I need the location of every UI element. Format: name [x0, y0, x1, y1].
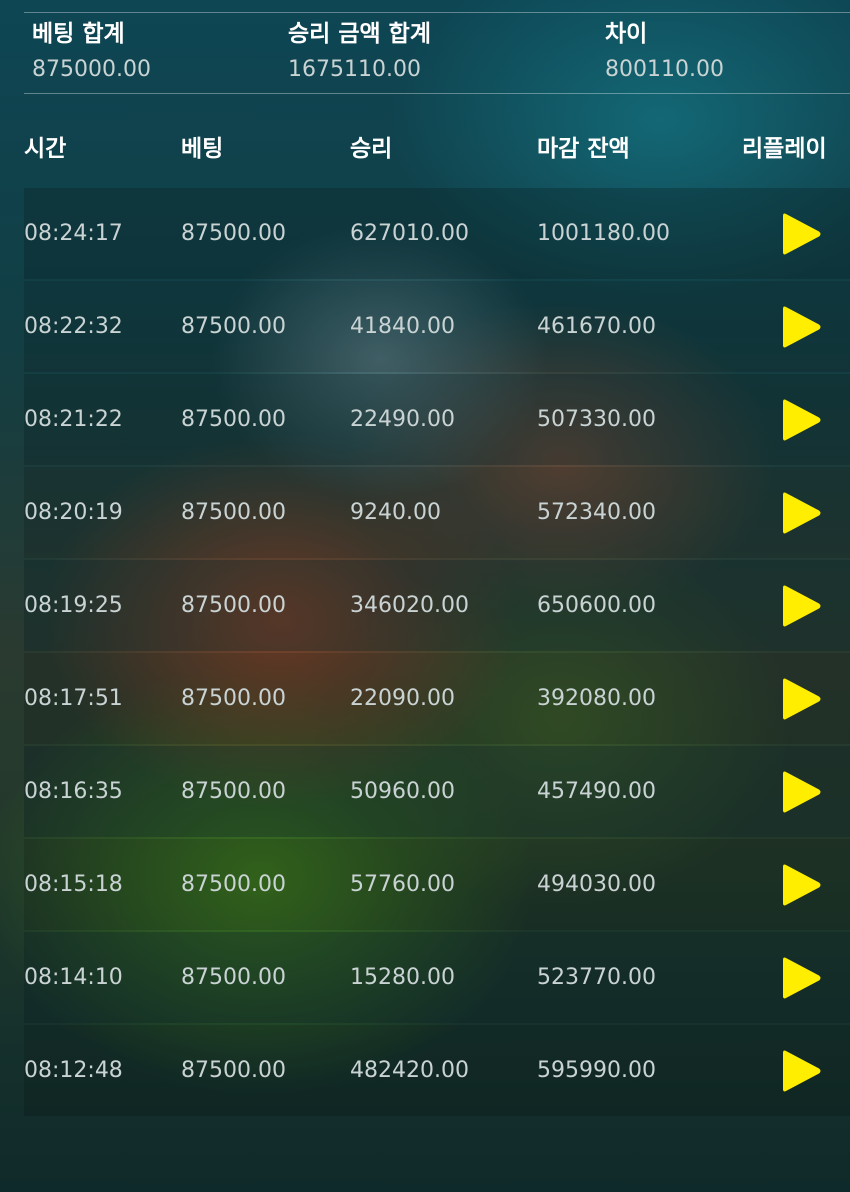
row-bet: 87500.00 [181, 593, 286, 618]
row-bet: 87500.00 [181, 314, 286, 339]
row-time: 08:24:17 [24, 221, 123, 246]
row-win: 346020.00 [350, 593, 469, 618]
column-header-bet: 베팅 [181, 136, 224, 162]
row-win: 57760.00 [350, 872, 455, 897]
total-win-label: 승리 금액 합계 [288, 21, 431, 47]
row-bet: 87500.00 [181, 872, 286, 897]
row-bet: 87500.00 [181, 221, 286, 246]
row-win: 627010.00 [350, 221, 469, 246]
row-win: 22490.00 [350, 407, 455, 432]
row-balance: 457490.00 [537, 779, 656, 804]
play-icon [783, 1050, 821, 1092]
total-win-value: 1675110.00 [288, 57, 421, 82]
row-win: 50960.00 [350, 779, 455, 804]
row-bet: 87500.00 [181, 779, 286, 804]
row-time: 08:17:51 [24, 686, 123, 711]
play-icon [783, 678, 821, 720]
column-header-win: 승리 [350, 136, 393, 162]
table-header: 시간 베팅 승리 마감 잔액 리플레이 [0, 130, 850, 168]
replay-button[interactable] [782, 304, 822, 350]
row-balance: 494030.00 [537, 872, 656, 897]
row-bet: 87500.00 [181, 407, 286, 432]
row-bet: 87500.00 [181, 965, 286, 990]
row-time: 08:22:32 [24, 314, 123, 339]
play-icon [783, 864, 821, 906]
total-bet-summary: 베팅 합계 875000.00 [32, 19, 151, 85]
row-balance: 392080.00 [537, 686, 656, 711]
row-balance: 461670.00 [537, 314, 656, 339]
play-icon [783, 957, 821, 999]
play-icon [783, 771, 821, 813]
replay-button[interactable] [782, 955, 822, 1001]
row-win: 22090.00 [350, 686, 455, 711]
replay-button[interactable] [782, 583, 822, 629]
row-win: 15280.00 [350, 965, 455, 990]
play-icon [783, 585, 821, 627]
replay-button[interactable] [782, 490, 822, 536]
play-icon [783, 213, 821, 255]
row-time: 08:16:35 [24, 779, 123, 804]
row-time: 08:20:19 [24, 500, 123, 525]
row-balance: 1001180.00 [537, 221, 670, 246]
column-header-balance: 마감 잔액 [537, 136, 630, 162]
row-balance: 523770.00 [537, 965, 656, 990]
summary-bar: 베팅 합계 875000.00 승리 금액 합계 1675110.00 차이 8… [24, 12, 850, 94]
row-win: 9240.00 [350, 500, 441, 525]
row-time: 08:15:18 [24, 872, 123, 897]
table-row: 08:20:19 87500.00 9240.00 572340.00 [24, 467, 850, 558]
replay-button[interactable] [782, 397, 822, 443]
play-icon [783, 306, 821, 348]
row-win: 482420.00 [350, 1058, 469, 1083]
row-balance: 650600.00 [537, 593, 656, 618]
table-row: 08:24:17 87500.00 627010.00 1001180.00 [24, 188, 850, 279]
row-time: 08:19:25 [24, 593, 123, 618]
history-table: 08:24:17 87500.00 627010.00 1001180.00 0… [24, 188, 850, 1118]
difference-summary: 차이 800110.00 [605, 19, 724, 85]
row-balance: 507330.00 [537, 407, 656, 432]
replay-button[interactable] [782, 862, 822, 908]
row-balance: 595990.00 [537, 1058, 656, 1083]
column-header-replay: 리플레이 [742, 136, 827, 162]
replay-button[interactable] [782, 211, 822, 257]
row-balance: 572340.00 [537, 500, 656, 525]
table-row: 08:17:51 87500.00 22090.00 392080.00 [24, 653, 850, 744]
row-bet: 87500.00 [181, 500, 286, 525]
table-row: 08:14:10 87500.00 15280.00 523770.00 [24, 932, 850, 1023]
row-bet: 87500.00 [181, 686, 286, 711]
total-bet-value: 875000.00 [32, 57, 151, 82]
row-time: 08:12:48 [24, 1058, 123, 1083]
column-header-time: 시간 [24, 136, 67, 162]
replay-button[interactable] [782, 676, 822, 722]
difference-label: 차이 [605, 21, 648, 47]
table-row: 08:22:32 87500.00 41840.00 461670.00 [24, 281, 850, 372]
table-row: 08:19:25 87500.00 346020.00 650600.00 [24, 560, 850, 651]
row-win: 41840.00 [350, 314, 455, 339]
difference-value: 800110.00 [605, 57, 724, 82]
table-row: 08:21:22 87500.00 22490.00 507330.00 [24, 374, 850, 465]
table-row: 08:12:48 87500.00 482420.00 595990.00 [24, 1025, 850, 1116]
total-bet-label: 베팅 합계 [32, 21, 125, 47]
replay-button[interactable] [782, 769, 822, 815]
play-icon [783, 492, 821, 534]
row-time: 08:14:10 [24, 965, 123, 990]
total-win-summary: 승리 금액 합계 1675110.00 [288, 19, 431, 85]
row-bet: 87500.00 [181, 1058, 286, 1083]
row-time: 08:21:22 [24, 407, 123, 432]
table-row: 08:15:18 87500.00 57760.00 494030.00 [24, 839, 850, 930]
replay-button[interactable] [782, 1048, 822, 1094]
play-icon [783, 399, 821, 441]
table-row: 08:16:35 87500.00 50960.00 457490.00 [24, 746, 850, 837]
